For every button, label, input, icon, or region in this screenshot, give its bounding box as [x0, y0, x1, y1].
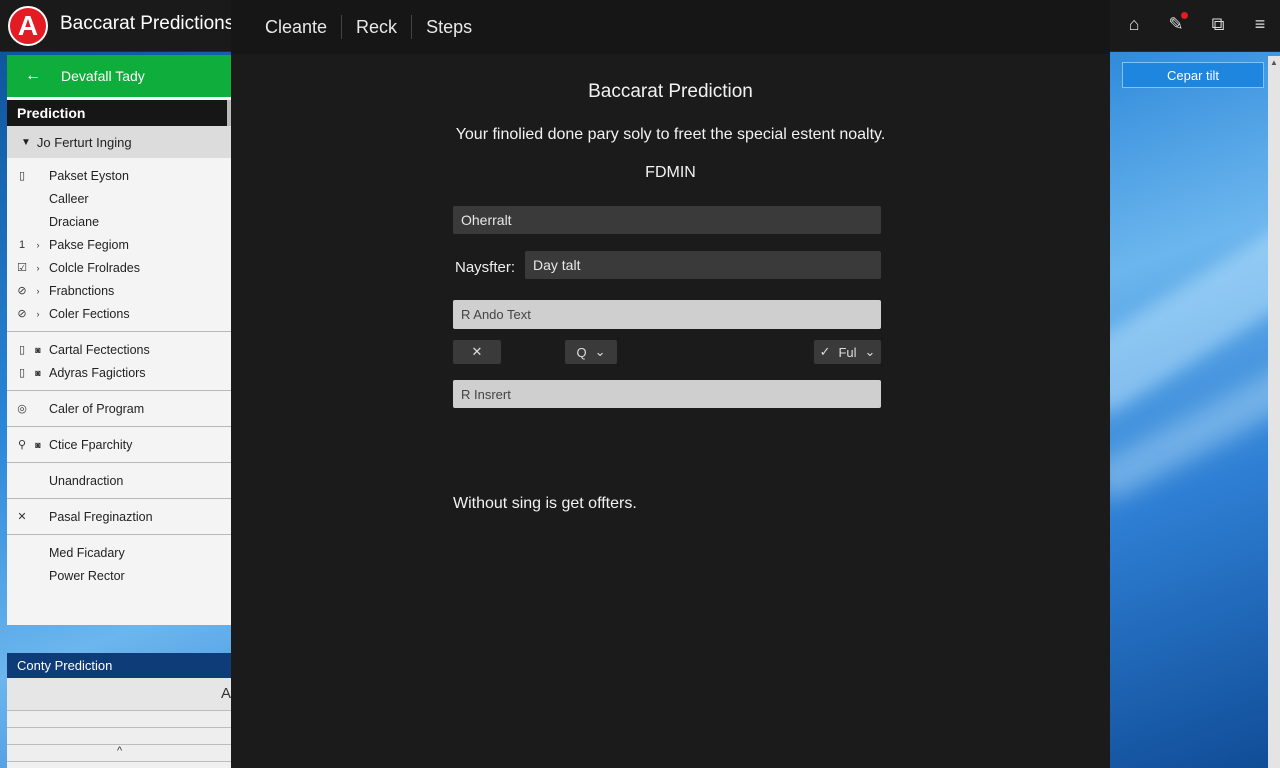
sidebar-block: ◎ Caler of Program: [7, 391, 233, 427]
folder-icon: ◙: [35, 344, 41, 355]
sidebar-block: ⚲ ◙ Ctice Fparchity: [7, 427, 233, 463]
sidebar-item[interactable]: ▯ ◙ Cartal Fectections: [7, 338, 233, 361]
tab-steps[interactable]: Steps: [412, 15, 486, 39]
field-label: Naysfter:: [455, 259, 516, 276]
chevron-down-icon: ⌄: [864, 344, 876, 359]
date-field[interactable]: Day talt: [525, 251, 881, 279]
caret-down-icon: ▼: [21, 136, 31, 148]
home-icon[interactable]: ⌂: [1122, 10, 1146, 38]
app-title: Baccarat Predictions: [60, 13, 235, 34]
top-toolbar: ⌂ ✎ ⧉ ≡: [1122, 10, 1272, 38]
clear-button[interactable]: ✕: [453, 340, 501, 364]
text-field-primary[interactable]: Oherralt: [453, 206, 881, 234]
back-button[interactable]: ← Devafall Tady: [7, 55, 233, 97]
text-input[interactable]: R Ando Text: [453, 300, 881, 329]
back-arrow-icon: ←: [25, 67, 41, 84]
table-row[interactable]: A: [7, 678, 233, 711]
dialog-subtitle: FDMIN: [645, 164, 696, 181]
tab-cleante[interactable]: Cleante: [251, 15, 343, 39]
sidebar-item-label: Caler of Program: [49, 401, 145, 416]
sidebar-block: ▯ ◙ Cartal Fectections ▯ ◙ Adyras Fagict…: [7, 332, 233, 391]
search-label: Q: [576, 344, 587, 360]
dialog-title: Baccarat Prediction: [588, 81, 753, 102]
folder-icon: ◙: [35, 439, 41, 450]
sidebar-item[interactable]: Calleer: [7, 187, 233, 210]
sidebar-item-label: Cartal Fectections: [49, 342, 150, 357]
sidebar-item[interactable]: ◎ Caler of Program: [7, 397, 233, 420]
sidebar-item[interactable]: Power Rector: [7, 564, 233, 587]
sidebar-item[interactable]: ▯ Pakset Eyston: [7, 164, 233, 187]
sidebar-item-label: Med Ficadary: [49, 545, 125, 560]
sidebar-item-label: Frabnctions: [49, 283, 115, 298]
tab-bar: Cleante Reck Steps: [231, 0, 1110, 54]
right-action-button[interactable]: Cepar tilt: [1122, 62, 1264, 88]
tab-reck[interactable]: Reck: [342, 15, 413, 39]
dialog-description: Your finolied done pary soly to freet th…: [455, 126, 886, 143]
sidebar-item-label: Draciane: [49, 214, 100, 229]
sidebar-item[interactable]: ▯ ◙ Adyras Fagictiors: [7, 361, 233, 384]
sidebar-item-label: Adyras Fagictiors: [49, 365, 146, 380]
close-icon[interactable]: ✕: [7, 510, 37, 523]
sidebar-block: ✕ Pasal Freginaztion: [7, 499, 233, 535]
main-dialog: Cleante Reck Steps Baccarat Prediction Y…: [231, 0, 1110, 768]
chevron-right-icon[interactable]: ›: [31, 286, 45, 296]
footer-text: Without sing is get offters.: [453, 495, 637, 512]
close-icon: ✕: [471, 344, 483, 359]
sidebar-group-label: Jo Ferturt Inging: [36, 134, 132, 150]
sidebar-item[interactable]: ⚲ ◙ Ctice Fparchity: [7, 433, 233, 456]
pen-icon[interactable]: ✎: [1164, 10, 1188, 38]
sidebar-block: Med Ficadary Power Rector: [7, 535, 233, 593]
sidebar-item[interactable]: ⊘ › Coler Fections: [7, 302, 233, 325]
prediction-panel-title: Conty Prediction: [7, 653, 233, 678]
sidebar: ← Devafall Tady Prediction ▼ Jo Ferturt …: [7, 55, 233, 625]
sidebar-block: Unandraction: [7, 463, 233, 499]
sidebar-item[interactable]: Draciane: [7, 210, 233, 233]
search-dropdown[interactable]: Q ⌄: [565, 340, 617, 364]
back-label: Devafall Tady: [61, 68, 145, 84]
menu-icon[interactable]: ≡: [1248, 10, 1272, 38]
sidebar-item[interactable]: ✕ Pasal Freginaztion: [7, 505, 233, 528]
sidebar-item-label: Calleer: [49, 191, 89, 206]
sidebar-item[interactable]: ⊘ › Frabnctions: [7, 279, 233, 302]
full-dropdown[interactable]: ✓ Ful ⌄: [814, 340, 881, 364]
sidebar-item-label: Unandraction: [49, 473, 124, 488]
sidebar-item[interactable]: Unandraction: [7, 469, 233, 492]
scroll-up-icon[interactable]: ▲: [1268, 56, 1280, 70]
folder-icon: ◙: [35, 367, 41, 378]
sidebar-item[interactable]: 1 › Pakse Fegiom: [7, 233, 233, 256]
scrollbar[interactable]: ▲: [1268, 56, 1280, 768]
sidebar-item-label: Pakset Eyston: [49, 168, 129, 183]
table-row[interactable]: [7, 728, 233, 745]
sidebar-group[interactable]: ▼ Jo Ferturt Inging: [7, 126, 233, 158]
notification-dot: [1181, 12, 1188, 19]
app-logo[interactable]: A: [8, 6, 48, 46]
scroll-caret-icon[interactable]: ^: [7, 745, 233, 762]
chevron-down-icon: ⌄: [594, 344, 606, 359]
prediction-panel: Conty Prediction A ^: [7, 653, 233, 768]
sidebar-item-label: Pakse Fegiom: [49, 237, 129, 252]
sidebar-item-label: Power Rector: [49, 568, 125, 583]
insert-input[interactable]: R Insrert: [453, 380, 881, 408]
full-label: Ful: [838, 344, 857, 360]
chevron-right-icon[interactable]: ›: [31, 309, 45, 319]
sidebar-section-title: Prediction: [7, 100, 233, 126]
sidebar-item[interactable]: ☑ › Colcle Frolrades: [7, 256, 233, 279]
sidebar-item-label: Coler Fections: [49, 306, 130, 321]
checkbox-icon[interactable]: ▯: [7, 169, 37, 182]
sidebar-item-label: Pasal Freginaztion: [49, 509, 153, 524]
sidebar-item-label: Colcle Frolrades: [49, 260, 141, 275]
chevron-right-icon[interactable]: ›: [31, 240, 45, 250]
share-icon[interactable]: ⧉: [1206, 10, 1230, 38]
chevron-right-icon[interactable]: ›: [31, 263, 45, 273]
info-circle-icon: ◎: [17, 403, 27, 415]
sidebar-item-label: Ctice Fparchity: [49, 437, 133, 452]
sidebar-item[interactable]: Med Ficadary: [7, 541, 233, 564]
check-icon: ✓: [819, 344, 831, 359]
sidebar-block: ▯ Pakset Eyston Calleer Draciane 1 › Pak…: [7, 158, 233, 332]
table-row[interactable]: [7, 711, 233, 728]
